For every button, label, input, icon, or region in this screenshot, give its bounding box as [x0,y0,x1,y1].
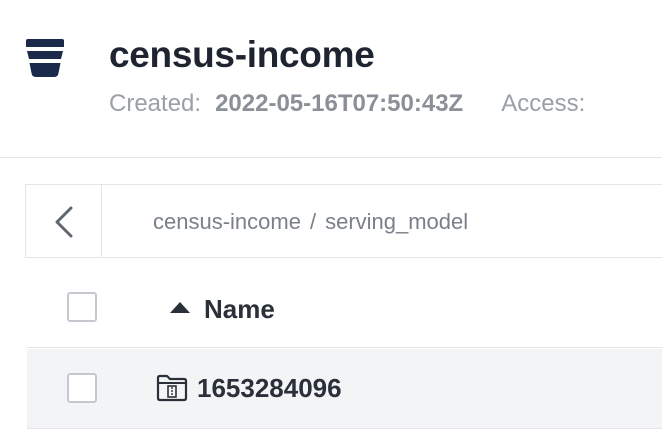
row-checkbox[interactable] [67,373,97,403]
header-divider [0,157,662,158]
object-browser-page: census-income Created: 2022-05-16T07:50:4… [0,0,662,430]
sort-ascending-icon[interactable] [170,302,190,314]
page-title: census-income [109,34,375,75]
folder-icon [156,374,188,402]
breadcrumb: census-income / serving_model [153,209,468,235]
access-label: Access: [501,90,586,117]
chevron-left-icon [55,206,73,238]
bucket-meta: Created: 2022-05-16T07:50:43Z Access: [109,90,585,118]
breadcrumb-current[interactable]: serving_model [325,209,468,234]
select-all-checkbox[interactable] [67,292,97,322]
created-value: 2022-05-16T07:50:43Z [215,90,464,117]
breadcrumb-separator: / [309,209,317,234]
created-label: Created: [109,90,202,117]
breadcrumb-bar: census-income / serving_model [25,184,662,258]
table-row[interactable]: 1653284096 [27,349,662,429]
table-header: Name [27,268,662,348]
breadcrumb-root[interactable]: census-income [153,209,301,234]
bucket-icon [25,39,65,77]
column-header-name[interactable]: Name [204,294,275,325]
back-button[interactable] [26,185,102,257]
row-name: 1653284096 [197,373,342,403]
